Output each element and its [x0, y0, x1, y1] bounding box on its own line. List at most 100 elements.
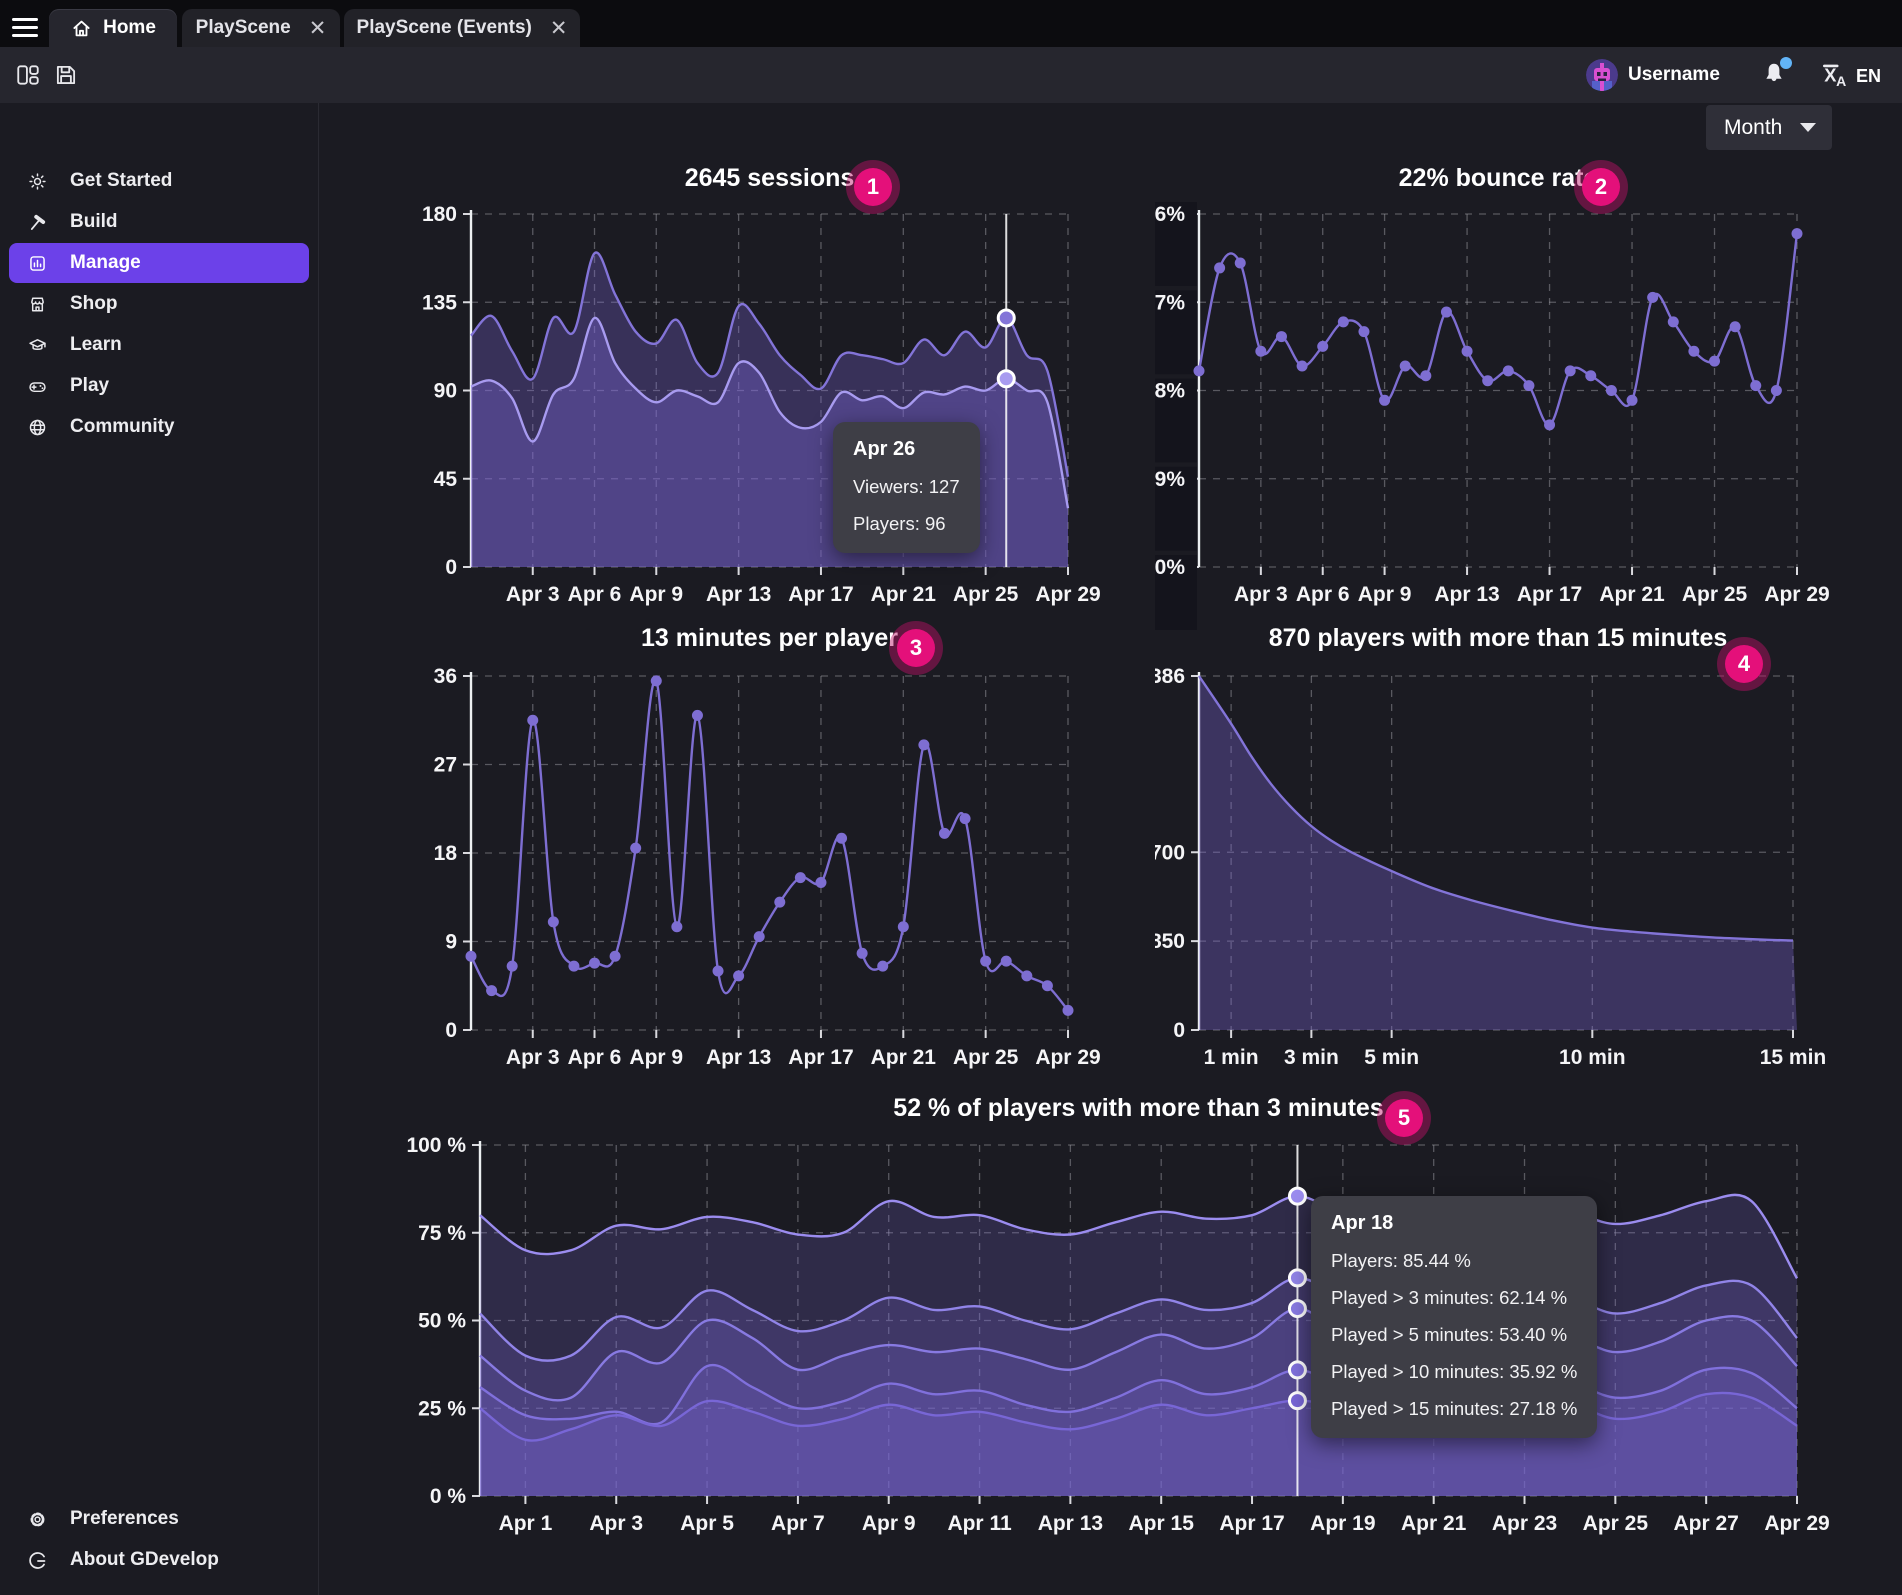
sessions-plot[interactable]: 04590135180Apr 3Apr 6Apr 9Apr 13Apr 17Ap… — [400, 158, 1104, 630]
data-point — [836, 833, 847, 844]
highlighted-data-point — [1289, 1393, 1305, 1409]
data-point — [1001, 956, 1012, 967]
sidebar-item-shop[interactable]: Shop — [9, 284, 309, 324]
x-axis-tick-label: Apr 23 — [1492, 1512, 1557, 1535]
y-axis-tick-label: 25 % — [418, 1397, 466, 1420]
period-selector[interactable]: Month — [1706, 105, 1832, 150]
series-area — [1199, 676, 1797, 1030]
y-axis-tick-label: 18 — [434, 842, 458, 865]
tooltip-row: Played > 5 minutes: 53.40 % — [1331, 1324, 1577, 1346]
sidebar-item-manage[interactable]: Manage — [9, 243, 309, 283]
close-icon[interactable]: ✕ — [550, 18, 568, 39]
data-point — [1042, 980, 1053, 991]
minutes-per-player-plot[interactable]: 09182736Apr 3Apr 6Apr 9Apr 13Apr 17Apr 2… — [400, 618, 1104, 1093]
tooltip-row: Played > 15 minutes: 27.18 % — [1331, 1398, 1577, 1420]
x-axis-tick-label: Apr 9 — [862, 1512, 916, 1535]
tab-bar: Home PlayScene ✕ PlayScene (Events) ✕ — [0, 0, 1902, 47]
save-icon[interactable] — [53, 62, 79, 88]
sidebar-item-preferences[interactable]: Preferences — [9, 1499, 309, 1539]
y-axis-tick-label: 0 — [1173, 1019, 1185, 1042]
x-axis-tick-label: 1 min — [1204, 1046, 1259, 1069]
data-point — [960, 813, 971, 824]
data-point — [1379, 395, 1390, 406]
y-axis-tick-label: 1700 — [1155, 841, 1185, 864]
storefront-icon — [27, 294, 48, 315]
tooltip-row: Played > 3 minutes: 62.14 % — [1331, 1287, 1577, 1309]
x-axis-tick-label: Apr 13 — [1434, 583, 1499, 606]
data-point — [1688, 346, 1699, 357]
data-point — [568, 961, 579, 972]
data-point — [1771, 385, 1782, 396]
sidebar-item-learn[interactable]: Learn — [9, 325, 309, 365]
x-axis-tick-label: Apr 27 — [1673, 1512, 1738, 1535]
data-point — [1276, 331, 1287, 342]
notifications-bell-icon[interactable] — [1760, 60, 1790, 90]
robot-avatar-image — [1586, 59, 1618, 91]
y-axis-tick-label: 180 — [422, 203, 457, 226]
x-axis-tick-label: Apr 5 — [680, 1512, 734, 1535]
avatar[interactable] — [1586, 59, 1618, 91]
tab-playscene-events[interactable]: PlayScene (Events) ✕ — [344, 9, 580, 47]
x-axis-tick-label: Apr 9 — [629, 1046, 683, 1069]
players-duration-plot[interactable]: 0850170033861 min3 min5 min10 min15 min — [1155, 618, 1859, 1093]
sidebar-item-play[interactable]: Play — [9, 366, 309, 406]
data-point — [754, 931, 765, 942]
data-point — [1420, 370, 1431, 381]
chart-tooltip: Apr 26 Viewers: 127 Players: 96 — [833, 422, 980, 553]
data-point — [1606, 385, 1617, 396]
bar-chart-icon — [27, 253, 48, 274]
data-point — [589, 958, 600, 969]
sidebar-item-build[interactable]: Build — [9, 202, 309, 242]
data-point — [1647, 292, 1658, 303]
sidebar-item-get-started[interactable]: Get Started — [9, 161, 309, 201]
tooltip-row: Players: 96 — [853, 513, 960, 535]
toolbar: Username X A EN — [0, 47, 1902, 103]
sidebar-item-community[interactable]: Community — [9, 407, 309, 447]
chart-player-retention: 52 % of players with more than 3 minutes… — [400, 1084, 1880, 1589]
x-axis-tick-label: Apr 25 — [953, 583, 1019, 606]
annotation-badge-3: 3 — [897, 629, 935, 667]
data-point — [1021, 970, 1032, 981]
username[interactable]: Username — [1628, 64, 1720, 86]
highlighted-data-point — [998, 371, 1014, 387]
data-point — [1462, 346, 1473, 357]
tab-label: Home — [103, 17, 156, 39]
tab-label: PlayScene — [196, 17, 291, 39]
player-retention-plot[interactable]: 0 %25 %50 %75 %100 %Apr 1Apr 3Apr 5Apr 7… — [400, 1084, 1880, 1589]
x-axis-tick-label: Apr 13 — [1038, 1512, 1103, 1535]
x-axis-tick-label: Apr 25 — [1682, 583, 1748, 606]
translate-icon[interactable]: X A — [1820, 60, 1848, 88]
close-icon[interactable]: ✕ — [309, 18, 327, 39]
data-point — [486, 985, 497, 996]
sidebar-item-label: Play — [70, 375, 109, 397]
y-axis-tick-label: 36% — [1155, 203, 1185, 226]
language-label[interactable]: EN — [1856, 66, 1881, 87]
data-point — [774, 897, 785, 908]
y-axis-tick-label: 90 — [434, 380, 457, 403]
hammer-icon — [27, 212, 48, 233]
data-point — [1482, 375, 1493, 386]
annotation-badge-4: 4 — [1725, 645, 1763, 683]
chart-sessions: 2645 sessions 1 04590135180Apr 3Apr 6Apr… — [400, 158, 1104, 630]
chart-players-over-15-minutes: 870 players with more than 15 minutes 4 … — [1155, 618, 1859, 1093]
annotation-badge-1: 1 — [854, 168, 892, 206]
sidebar-item-about[interactable]: About GDevelop — [9, 1540, 309, 1580]
x-axis-tick-label: Apr 21 — [1599, 583, 1665, 606]
x-axis-tick-label: Apr 29 — [1035, 1046, 1100, 1069]
svg-text:A: A — [1836, 73, 1846, 88]
x-axis-tick-label: Apr 15 — [1129, 1512, 1195, 1535]
project-manager-icon[interactable] — [15, 62, 41, 88]
data-point — [692, 710, 703, 721]
sidebar: Get Started Build Manage Shop — [0, 103, 319, 1595]
highlighted-data-point — [1289, 1270, 1305, 1286]
x-axis-tick-label: Apr 3 — [506, 1046, 560, 1069]
menu-icon[interactable] — [12, 18, 38, 40]
x-axis-tick-label: Apr 1 — [499, 1512, 553, 1535]
data-point — [1503, 365, 1514, 376]
x-axis-tick-label: Apr 17 — [788, 1046, 853, 1069]
bounce-rate-plot[interactable]: 0%9%18%27%36%Apr 3Apr 6Apr 9Apr 13Apr 17… — [1155, 158, 1859, 630]
x-axis-tick-label: Apr 17 — [1219, 1512, 1284, 1535]
tab-home[interactable]: Home — [49, 9, 177, 47]
tab-playscene[interactable]: PlayScene ✕ — [182, 9, 340, 47]
data-point — [1214, 262, 1225, 273]
